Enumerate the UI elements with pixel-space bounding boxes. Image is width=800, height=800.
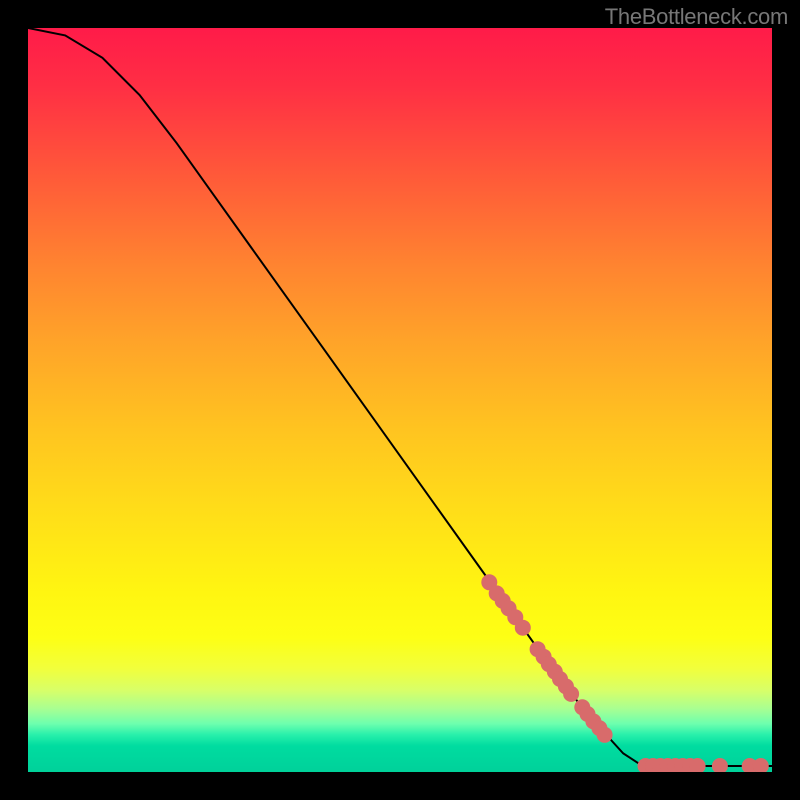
- chart-plot-area: [28, 28, 772, 772]
- chart-marker: [753, 758, 769, 772]
- chart-curve: [28, 28, 772, 766]
- chart-svg-overlay: [28, 28, 772, 772]
- chart-marker: [597, 727, 613, 743]
- chart-marker: [563, 686, 579, 702]
- chart-marker: [515, 620, 531, 636]
- chart-markers: [481, 574, 769, 772]
- chart-marker: [712, 758, 728, 772]
- attribution-text: TheBottleneck.com: [605, 4, 788, 30]
